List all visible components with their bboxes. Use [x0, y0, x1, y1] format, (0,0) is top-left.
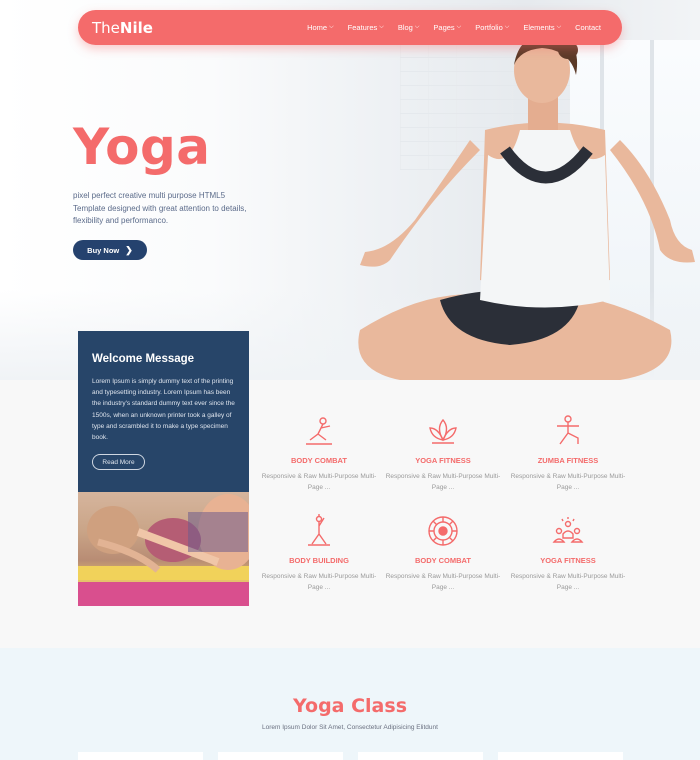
- class-card[interactable]: [358, 752, 483, 760]
- class-card[interactable]: [218, 752, 343, 760]
- group-meditation-icon: [552, 517, 584, 543]
- welcome-card: Welcome Message Lorem Ipsum is simply du…: [78, 331, 249, 492]
- nav-item-home[interactable]: Home ⌵: [300, 23, 341, 32]
- chevron-down-icon: ⌵: [456, 24, 462, 30]
- nav-label: Features: [347, 23, 378, 32]
- nav-item-features[interactable]: Features ⌵: [341, 23, 391, 32]
- yoga-class-photo: [78, 492, 249, 606]
- class-card[interactable]: [78, 752, 203, 760]
- feature-card[interactable]: ZUMBA FITNESS Responsive & Raw Multi-Pur…: [508, 414, 628, 493]
- nav-label: Elements: [523, 23, 555, 32]
- logo-light-text: The: [92, 19, 120, 37]
- welcome-text: Lorem Ipsum is simply dummy text of the …: [92, 378, 235, 442]
- nav-label: Portfolio: [475, 23, 503, 32]
- stretch-pose-icon: [308, 514, 330, 546]
- hero-description: pixel perfect creative multi purpose HTM…: [73, 191, 247, 225]
- feature-card[interactable]: BODY COMBAT Responsive & Raw Multi-Purpo…: [259, 414, 379, 493]
- buy-now-button[interactable]: Buy Now ❯: [73, 240, 147, 260]
- section-title: Yoga Class: [293, 695, 407, 717]
- nav-label: Pages: [433, 23, 455, 32]
- chevron-down-icon: ⌵: [379, 24, 384, 30]
- hero-yoga-woman-image: [358, 34, 695, 380]
- feature-description: Responsive & Raw Multi-Purpose Multi-Pag…: [385, 573, 501, 591]
- feature-card[interactable]: BODY COMBAT Responsive & Raw Multi-Purpo…: [383, 514, 503, 593]
- chevron-down-icon: ⌵: [556, 24, 562, 30]
- section-subtitle: Lorem Ipsum Dolor Sit Amet, Consectetur …: [262, 724, 438, 731]
- nav-item-pages[interactable]: Pages ⌵: [426, 23, 468, 32]
- feature-card[interactable]: YOGA FITNESS Responsive & Raw Multi-Purp…: [383, 414, 503, 493]
- chevron-right-icon: ❯: [125, 244, 133, 255]
- lotus-icon: [429, 418, 457, 444]
- yoga-class-section: Yoga Class Lorem Ipsum Dolor Sit Amet, C…: [0, 648, 700, 760]
- feature-description: Responsive & Raw Multi-Purpose Multi-Pag…: [510, 473, 626, 491]
- mandala-icon: [428, 516, 458, 546]
- read-more-button[interactable]: Read More: [92, 454, 145, 470]
- nav-item-elements[interactable]: Elements ⌵: [516, 23, 568, 32]
- nav-item-blog[interactable]: Blog ⌵: [391, 23, 427, 32]
- main-navbar: TheNile Home ⌵ Features ⌵ Blog ⌵ Pages ⌵ Por…: [78, 10, 622, 45]
- buy-now-label: Buy Now: [87, 245, 120, 255]
- feature-card[interactable]: YOGA FITNESS Responsive & Raw Multi-Purp…: [508, 514, 628, 593]
- hero-title: Yoga: [73, 118, 211, 176]
- chevron-down-icon: ⌵: [504, 24, 510, 30]
- yoga-pose-icon: [306, 417, 332, 445]
- feature-card[interactable]: BODY BUILDING Responsive & Raw Multi-Pur…: [259, 514, 379, 593]
- feature-description: Responsive & Raw Multi-Purpose Multi-Pag…: [261, 573, 377, 591]
- welcome-title: Welcome Message: [92, 353, 195, 365]
- feature-title: BODY COMBAT: [415, 556, 471, 565]
- nav-item-contact[interactable]: Contact: [568, 23, 608, 32]
- chevron-down-icon: ⌵: [414, 24, 420, 30]
- chevron-down-icon: ⌵: [329, 24, 334, 30]
- hero-section: Yoga pixel perfect creative multi purpos…: [0, 0, 700, 380]
- nav-label: Home: [307, 23, 328, 32]
- feature-description: Responsive & Raw Multi-Purpose Multi-Pag…: [510, 573, 626, 591]
- feature-title: BODY BUILDING: [289, 556, 349, 565]
- feature-title: YOGA FITNESS: [415, 456, 471, 465]
- nav-menu: Home ⌵ Features ⌵ Blog ⌵ Pages ⌵ Portfolio ⌵ …: [300, 10, 608, 45]
- logo-bold-text: Nile: [119, 19, 153, 37]
- feature-title: YOGA FITNESS: [540, 556, 596, 565]
- feature-description: Responsive & Raw Multi-Purpose Multi-Pag…: [385, 473, 501, 491]
- feature-title: BODY COMBAT: [291, 456, 347, 465]
- warrior-pose-icon: [557, 415, 579, 445]
- feature-description: Responsive & Raw Multi-Purpose Multi-Pag…: [261, 473, 377, 491]
- nav-item-portfolio[interactable]: Portfolio ⌵: [468, 23, 516, 32]
- nav-label: Contact: [575, 23, 601, 32]
- class-card[interactable]: [498, 752, 623, 760]
- nav-label: Blog: [397, 23, 413, 32]
- site-logo[interactable]: TheNile: [92, 19, 153, 37]
- feature-title: ZUMBA FITNESS: [537, 456, 599, 465]
